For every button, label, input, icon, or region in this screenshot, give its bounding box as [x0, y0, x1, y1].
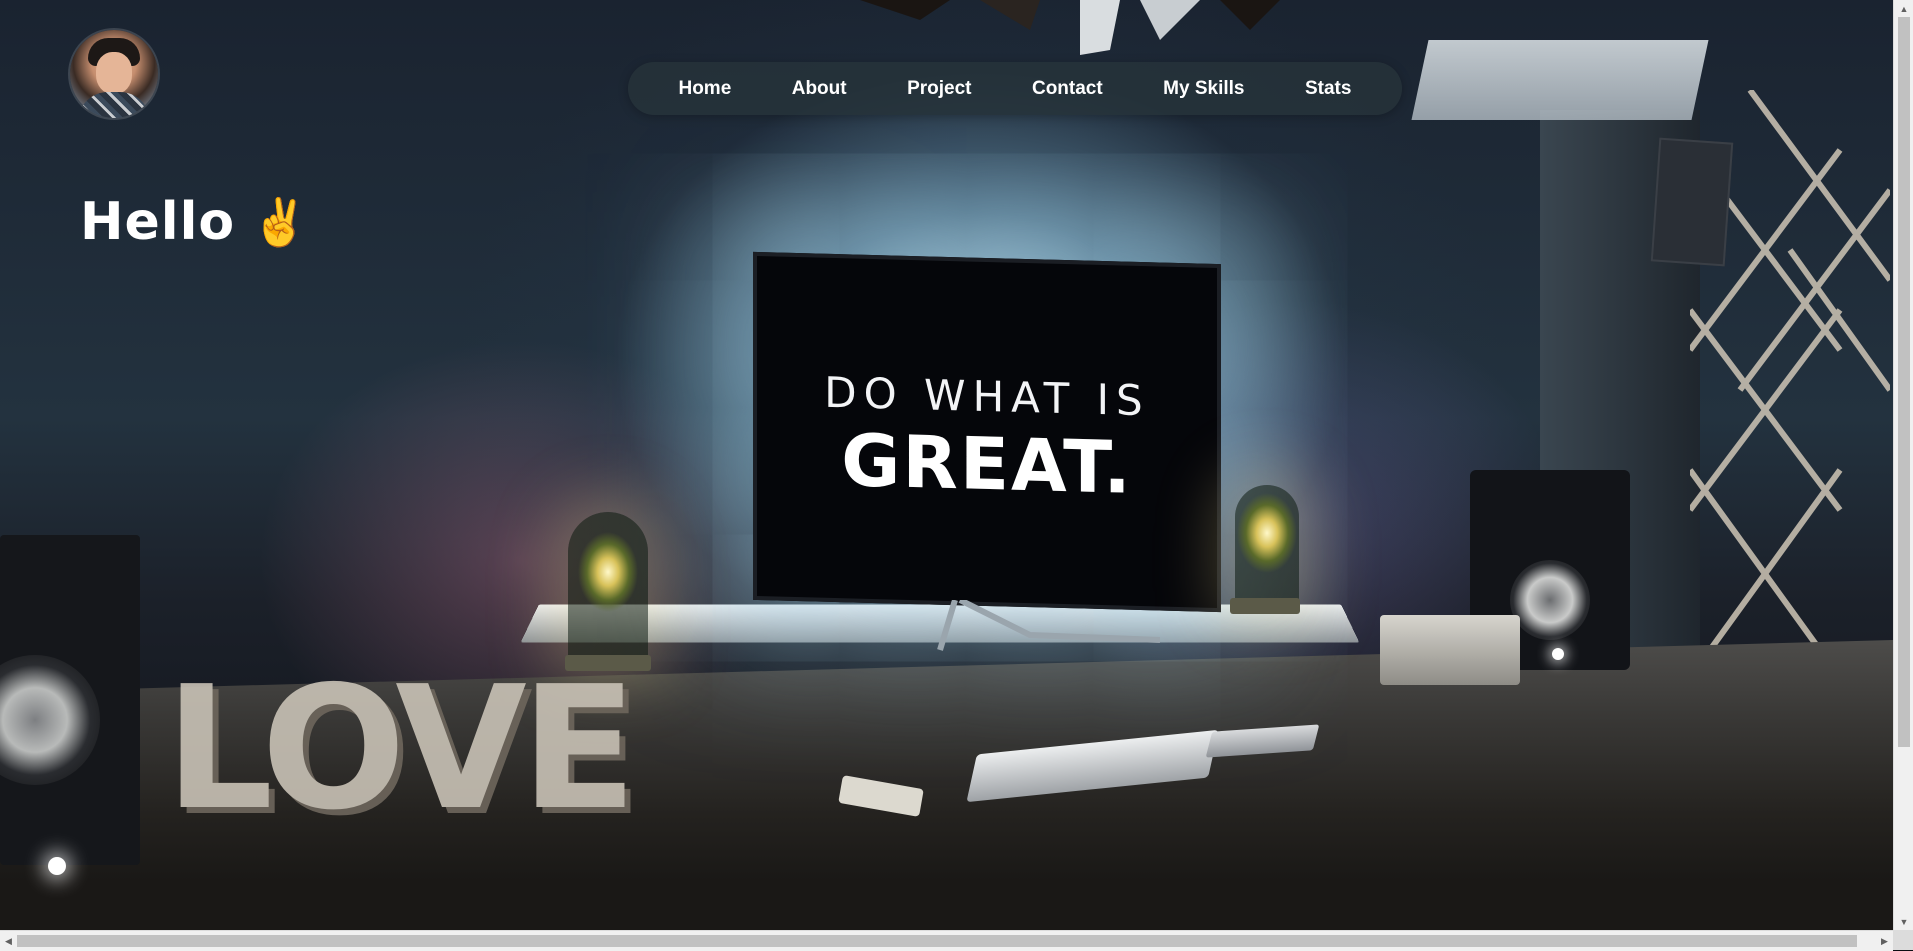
ceiling-decoration — [860, 0, 1280, 55]
lamp-base-right — [1230, 598, 1300, 614]
speaker-light-left — [48, 857, 66, 875]
vertical-scroll-thumb[interactable] — [1898, 17, 1910, 747]
scroll-left-icon[interactable]: ◀ — [0, 931, 17, 951]
horizontal-scroll-thumb[interactable] — [17, 935, 1857, 947]
scrollbar-corner — [1893, 930, 1913, 950]
nav-home[interactable]: Home — [668, 70, 741, 108]
glass-lamp-right — [1235, 485, 1299, 605]
greeting-text: Hello — [80, 192, 236, 252]
vertical-scrollbar[interactable]: ▲ ▼ — [1893, 0, 1913, 930]
main-nav: Home About Project Contact My Skills Sta… — [628, 62, 1402, 115]
nav-project[interactable]: Project — [897, 70, 981, 108]
speaker-left — [0, 535, 140, 875]
victory-hand-icon: ✌️ — [251, 196, 309, 248]
wall-shelf — [1411, 40, 1709, 120]
glass-lamp-left — [568, 512, 648, 662]
love-letters-sign: LOVE — [165, 650, 637, 848]
nav-stats[interactable]: Stats — [1295, 70, 1361, 108]
hero-greeting: Hello ✌️ — [80, 192, 308, 252]
monitor-stand — [937, 600, 1160, 651]
desk-edge — [0, 880, 1893, 930]
avatar-shirt — [78, 92, 150, 118]
scroll-down-icon[interactable]: ▼ — [1894, 913, 1913, 930]
monitor-text-line2: GREAT. — [841, 418, 1133, 510]
nav-contact[interactable]: Contact — [1022, 70, 1113, 108]
nav-my-skills[interactable]: My Skills — [1153, 70, 1254, 108]
horizontal-scrollbar[interactable]: ◀ ▶ — [0, 930, 1893, 951]
speaker-woofer-right — [1510, 560, 1590, 640]
speaker-light-right — [1552, 648, 1564, 660]
hero-section: DO WHAT IS GREAT. LOVE Home About Projec… — [0, 0, 1893, 930]
avatar[interactable] — [70, 30, 158, 118]
scroll-right-icon[interactable]: ▶ — [1876, 931, 1893, 951]
hanging-sign — [1650, 137, 1734, 267]
mini-pc — [1380, 615, 1520, 685]
scroll-up-icon[interactable]: ▲ — [1894, 0, 1913, 17]
monitor-screen: DO WHAT IS GREAT. — [753, 251, 1221, 613]
nav-about[interactable]: About — [782, 70, 857, 108]
speaker-woofer-left — [0, 655, 100, 785]
avatar-face — [96, 52, 132, 94]
